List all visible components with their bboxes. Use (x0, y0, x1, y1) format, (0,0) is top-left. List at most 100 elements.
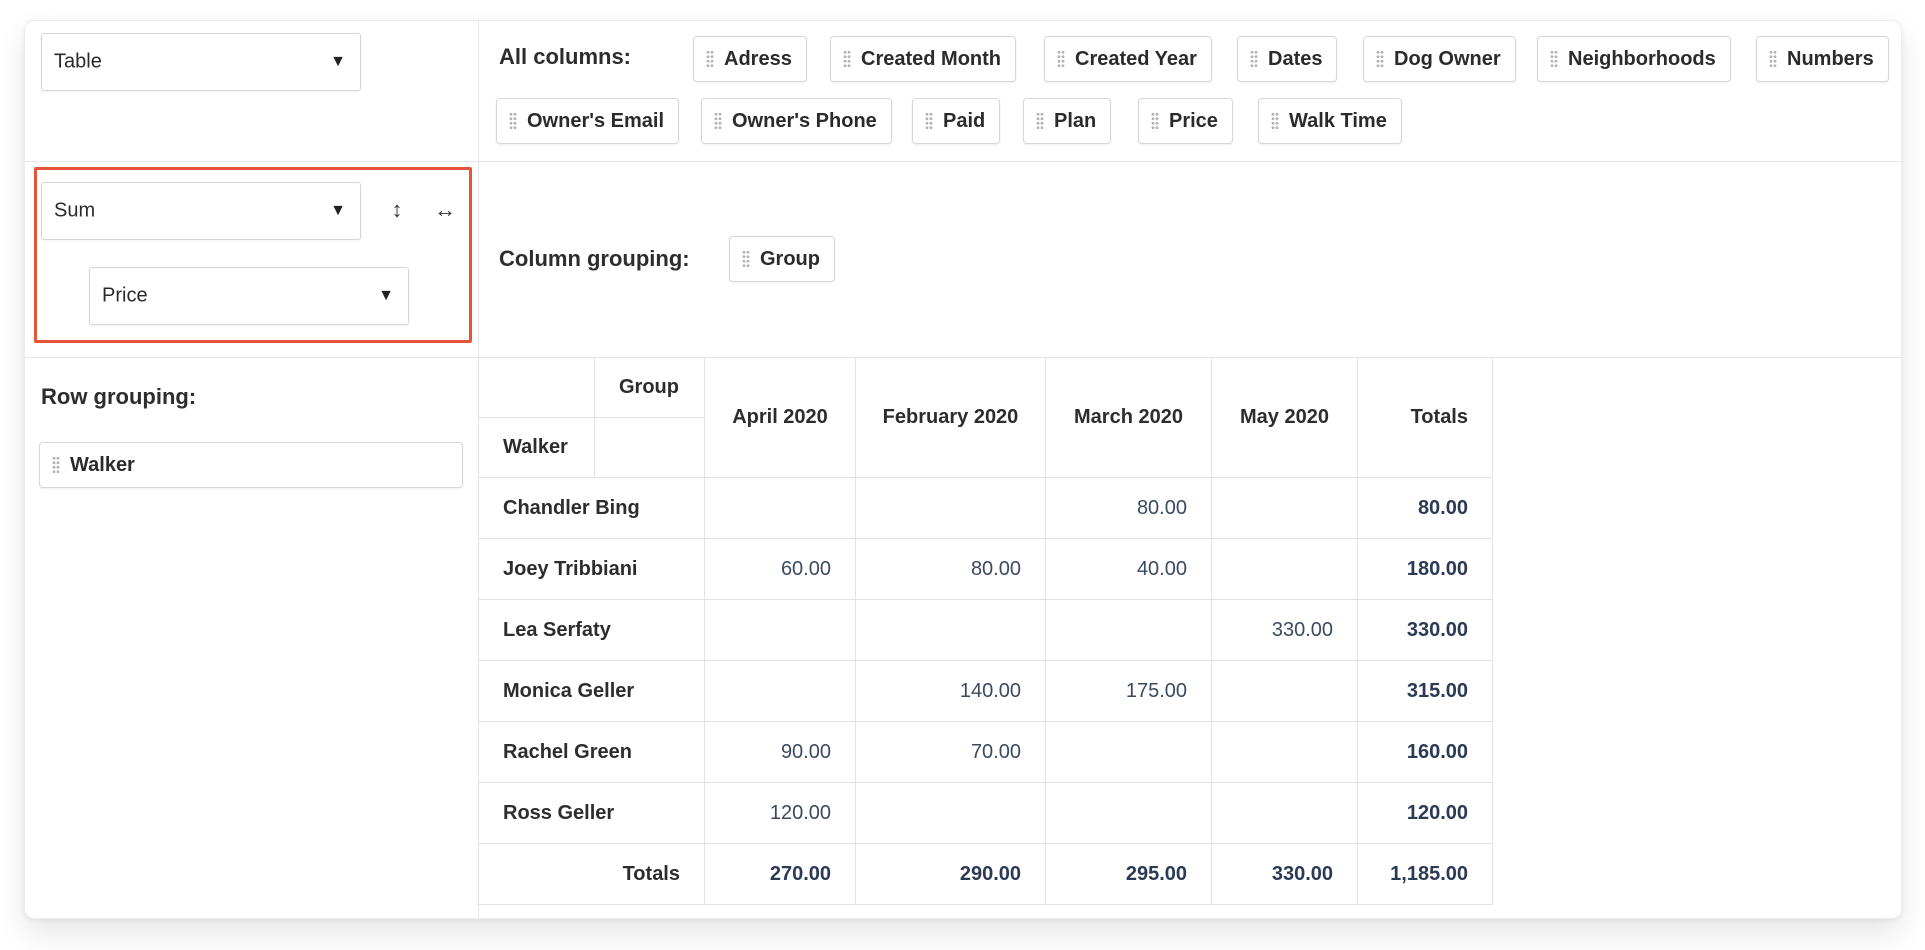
chip-label: Price (1169, 109, 1218, 132)
column-header-totals: Totals (1357, 357, 1493, 478)
aggregator-function-value: Sum (54, 199, 96, 222)
row-header-cell: Joey Tribbiani (478, 538, 705, 600)
column-total-cell: 295.00 (1045, 843, 1212, 905)
value-cell (704, 660, 856, 722)
row-grouping-chip-walker[interactable]: Walker (39, 442, 463, 488)
column-total-cell: 330.00 (1211, 843, 1358, 905)
column-total-cell: 1,185.00 (1357, 843, 1493, 905)
chip-label: Neighborhoods (1568, 47, 1716, 70)
renderer-select-value: Table (54, 50, 102, 73)
attribute-chip-walk-time[interactable]: Walk Time (1258, 98, 1402, 144)
drag-grip-icon (742, 250, 750, 268)
table-row: Ross Geller 120.00 120.00 (478, 782, 1493, 844)
caret-down-icon: ▼ (330, 53, 346, 70)
row-total-cell: 160.00 (1357, 721, 1493, 783)
column-header-march-2020: March 2020 (1045, 357, 1212, 478)
attribute-chip-plan[interactable]: Plan (1023, 98, 1112, 144)
table-row: Rachel Green 90.00 70.00 160.00 (478, 721, 1493, 783)
value-cell (1045, 782, 1212, 844)
row-total-cell: 330.00 (1357, 599, 1493, 661)
chip-label: Created Year (1075, 47, 1197, 70)
aggregator-attribute-value: Price (102, 284, 148, 307)
chip-label: Walk Time (1289, 109, 1387, 132)
value-cell: 60.00 (704, 538, 856, 600)
drag-grip-icon (1151, 112, 1159, 130)
chip-label: Owner's Phone (732, 109, 877, 132)
row-total-cell: 315.00 (1357, 660, 1493, 722)
value-cell: 140.00 (855, 660, 1046, 722)
drag-grip-icon (1057, 50, 1065, 68)
value-cell: 70.00 (855, 721, 1046, 783)
totals-row: Totals 270.00 290.00 295.00 330.00 1,185.00 (478, 843, 1493, 905)
column-attribute-header: Group (594, 357, 705, 418)
drag-grip-icon (1769, 50, 1777, 68)
drag-grip-icon (52, 456, 60, 474)
table-row: Lea Serfaty 330.00 330.00 (478, 599, 1493, 661)
pivot-table: Group April 2020 February 2020 March 202… (478, 357, 1493, 905)
table-row: Joey Tribbiani 60.00 80.00 40.00 180.00 (478, 538, 1493, 600)
column-header-april-2020: April 2020 (704, 357, 856, 478)
attribute-chip-owner-s-email[interactable]: Owner's Email (496, 98, 680, 144)
value-cell (1211, 477, 1358, 539)
row-header-cell: Lea Serfaty (478, 599, 705, 661)
drag-grip-icon (714, 112, 722, 130)
value-cell: 120.00 (704, 782, 856, 844)
chip-label: Dog Owner (1394, 47, 1501, 70)
pivot-table-body: Chandler Bing 80.00 80.00 Joey Tribbiani 60.… (478, 477, 1493, 905)
attribute-chip-paid[interactable]: Paid (912, 98, 1001, 144)
row-total-cell: 120.00 (1357, 782, 1493, 844)
column-total-cell: 290.00 (855, 843, 1046, 905)
aggregator-function-select[interactable]: Sum ▼ (41, 182, 361, 240)
attribute-chip-adress[interactable]: Adress (693, 36, 807, 82)
column-order-toggle-icon[interactable]: ↔ (433, 197, 457, 223)
all-columns-label: All columns: (499, 44, 632, 69)
value-cell (1211, 721, 1358, 783)
attribute-chip-created-month[interactable]: Created Month (830, 36, 1016, 82)
column-grouping-chip-group[interactable]: Group (729, 236, 835, 282)
drag-grip-icon (1271, 112, 1279, 130)
caret-down-icon: ▼ (378, 287, 394, 304)
row-header-cell: Chandler Bing (478, 477, 705, 539)
column-grouping-label: Column grouping: (499, 246, 690, 271)
value-cell (855, 599, 1046, 661)
pivot-table-panel: Table ▼ All columns: Adress Created Month… (24, 20, 1902, 919)
attribute-chip-price[interactable]: Price (1138, 98, 1233, 144)
drag-grip-icon (1250, 50, 1258, 68)
value-cell (1211, 782, 1358, 844)
attribute-chip-dates[interactable]: Dates (1237, 36, 1338, 82)
value-cell (704, 477, 856, 539)
column-total-cell: 270.00 (704, 843, 856, 905)
value-cell (704, 599, 856, 661)
attribute-chip-dog-owner[interactable]: Dog Owner (1363, 36, 1516, 82)
column-header-may-2020: May 2020 (1211, 357, 1358, 478)
value-cell: 80.00 (1045, 477, 1212, 539)
attribute-chip-neighborhoods[interactable]: Neighborhoods (1537, 36, 1731, 82)
chip-label: Owner's Email (527, 109, 665, 132)
value-cell: 90.00 (704, 721, 856, 783)
drag-grip-icon (925, 112, 933, 130)
caret-down-icon: ▼ (330, 202, 346, 219)
value-cell (855, 782, 1046, 844)
top-row-divider (25, 161, 1901, 162)
chip-label: Group (760, 247, 820, 270)
drag-grip-icon (706, 50, 714, 68)
attribute-chip-owner-s-phone[interactable]: Owner's Phone (701, 98, 892, 144)
row-order-toggle-icon[interactable]: ↕ (385, 197, 409, 223)
chip-label: Numbers (1787, 47, 1874, 70)
attribute-chip-created-year[interactable]: Created Year (1044, 36, 1212, 82)
empty-header-cell (594, 417, 705, 478)
chip-label: Paid (943, 109, 986, 132)
chip-label: Adress (724, 47, 792, 70)
aggregator-attribute-select[interactable]: Price ▼ (89, 267, 409, 325)
attribute-chip-numbers[interactable]: Numbers (1756, 36, 1889, 82)
value-cell (855, 477, 1046, 539)
totals-row-label: Totals (478, 843, 705, 905)
renderer-select[interactable]: Table ▼ (41, 33, 361, 91)
drag-grip-icon (1036, 112, 1044, 130)
value-cell (1211, 538, 1358, 600)
column-header-february-2020: February 2020 (855, 357, 1046, 478)
drag-grip-icon (509, 112, 517, 130)
drag-grip-icon (1550, 50, 1558, 68)
value-cell: 80.00 (855, 538, 1046, 600)
chip-label: Plan (1054, 109, 1097, 132)
